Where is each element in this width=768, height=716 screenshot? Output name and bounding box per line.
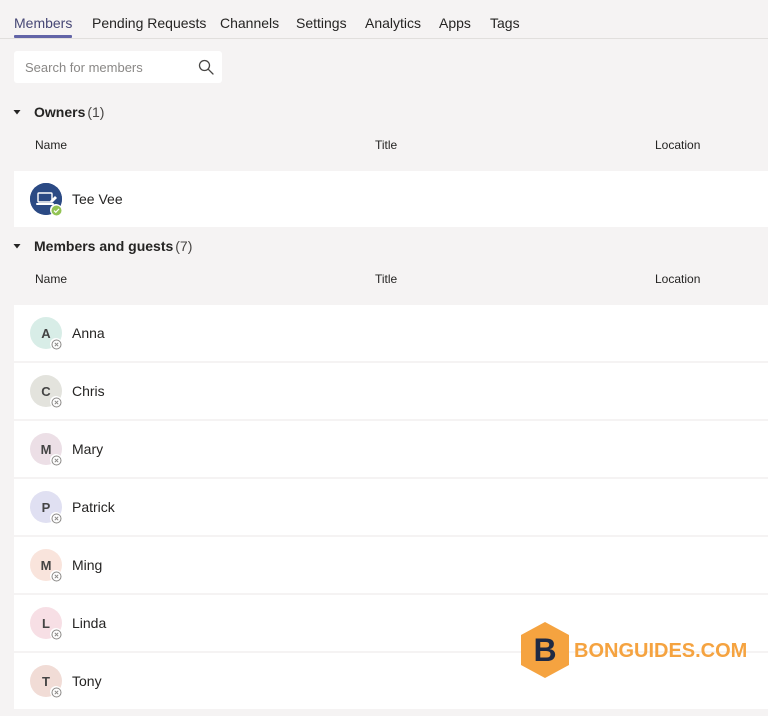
members-count: (7) [175, 238, 193, 254]
status-offline-icon [50, 454, 62, 466]
search-box [14, 51, 222, 83]
status-offline-icon [50, 686, 62, 698]
status-offline-icon [50, 570, 62, 582]
member-name: Tony [72, 673, 102, 689]
search-input[interactable] [14, 51, 194, 83]
avatar-initial: A [41, 325, 51, 341]
avatar-initial: P [41, 499, 51, 515]
member-name: Mary [72, 441, 104, 457]
bonguides-logo-icon: B [521, 622, 569, 678]
status-offline-icon [50, 338, 62, 350]
owners-section-title: Owners [34, 104, 86, 120]
tab-channels[interactable]: Channels [220, 15, 279, 31]
tab-tags[interactable]: Tags [490, 15, 520, 31]
status-available-icon [50, 204, 62, 216]
caret-down-icon [13, 110, 21, 115]
search-icon[interactable] [198, 59, 214, 75]
owners-column-title[interactable]: Title [375, 138, 397, 152]
owners-count: (1) [87, 104, 105, 120]
members-column-name[interactable]: Name [35, 272, 67, 286]
svg-text:B: B [533, 632, 556, 668]
avatar-initial: L [42, 615, 50, 631]
avatar-initial: C [41, 383, 51, 399]
member-row[interactable]: M Ming [14, 537, 768, 593]
tab-analytics[interactable]: Analytics [365, 15, 421, 31]
watermark-text: BONGUIDES.COM [574, 640, 748, 662]
members-section-title: Members and guests [34, 238, 174, 254]
member-row[interactable]: M Mary [14, 421, 768, 477]
members-column-title[interactable]: Title [375, 272, 397, 286]
owner-row[interactable]: Tee Vee [14, 171, 768, 227]
members-column-location[interactable]: Location [655, 272, 700, 286]
tab-pending-requests[interactable]: Pending Requests [92, 15, 206, 31]
avatar-initial: T [42, 673, 50, 689]
member-name: Chris [72, 383, 105, 399]
member-name: Tee Vee [72, 191, 123, 207]
members-section-toggle[interactable]: Members and guests (7) [12, 236, 192, 256]
member-name: Anna [72, 325, 105, 341]
status-offline-icon [50, 512, 62, 524]
caret-down-icon [13, 244, 21, 249]
member-row[interactable]: C Chris [14, 363, 768, 419]
active-tab-indicator [14, 35, 72, 38]
tab-apps[interactable]: Apps [439, 15, 471, 31]
tab-settings[interactable]: Settings [296, 15, 347, 31]
tab-members[interactable]: Members [14, 15, 72, 31]
owners-column-location[interactable]: Location [655, 138, 700, 152]
member-row[interactable]: P Patrick [14, 479, 768, 535]
member-name: Patrick [72, 499, 115, 515]
owners-column-name[interactable]: Name [35, 138, 67, 152]
owners-section-toggle[interactable]: Owners (1) [12, 102, 104, 122]
status-offline-icon [50, 628, 62, 640]
tab-bar: Members Pending Requests Channels Settin… [0, 0, 768, 39]
member-row[interactable]: A Anna [14, 305, 768, 361]
member-name: Ming [72, 557, 103, 573]
bonguides-watermark: B BONGUIDES.COM [518, 620, 747, 680]
member-name: Linda [72, 615, 107, 631]
status-offline-icon [50, 396, 62, 408]
